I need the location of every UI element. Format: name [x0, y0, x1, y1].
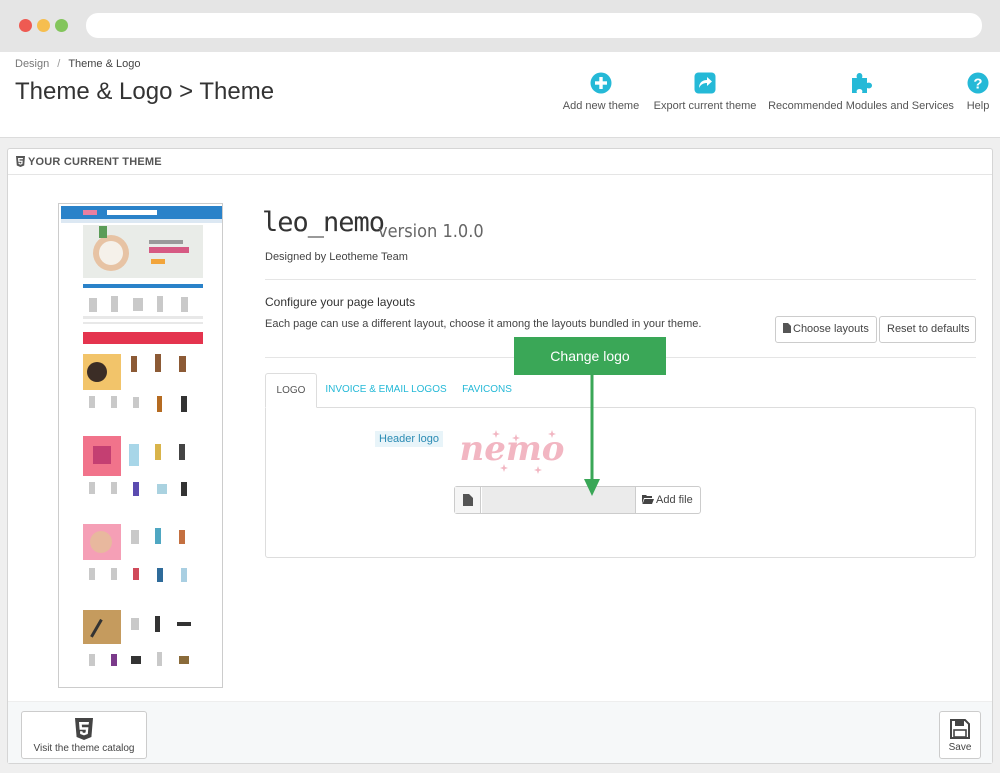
logo-tabs: LOGO INVOICE & EMAIL LOGOS FAVICONS: [265, 373, 976, 408]
export-theme-label: Export current theme: [653, 100, 757, 112]
add-file-label: Add file: [656, 494, 693, 506]
configure-layouts-title: Configure your page layouts: [265, 295, 416, 309]
breadcrumb-design[interactable]: Design: [15, 58, 49, 70]
recommended-modules-label: Recommended Modules and Services: [768, 100, 954, 112]
visit-theme-catalog-label: Visit the theme catalog: [33, 743, 135, 754]
window-minimize-dot[interactable]: [37, 19, 50, 32]
reset-defaults-button[interactable]: Reset to defaults: [879, 316, 976, 343]
help-label: Help: [966, 100, 990, 112]
window-maximize-dot[interactable]: [55, 19, 68, 32]
page-header: Design / Theme & Logo Theme & Logo > Theme…: [0, 52, 1000, 138]
question-circle-icon: ?: [967, 72, 989, 94]
callout-arrow: [584, 375, 600, 496]
panel-heading: YOUR CURRENT THEME: [8, 149, 992, 175]
theme-version: version 1.0.0: [378, 221, 484, 242]
header-logo-label: Header logo: [375, 431, 443, 447]
plus-circle-icon: [590, 72, 612, 94]
folder-open-icon: [642, 495, 654, 504]
current-theme-panel: YOUR CURRENT THEME leo_nemo version 1.0.…: [7, 148, 993, 764]
share-icon: [694, 72, 716, 94]
save-button[interactable]: Save: [939, 711, 981, 759]
panel-footer: Visit the theme catalog Save: [8, 701, 992, 763]
theme-name: leo_nemo: [262, 207, 385, 238]
panel-heading-text: YOUR CURRENT THEME: [28, 156, 162, 168]
tab-logo[interactable]: LOGO: [265, 373, 317, 408]
logo-tab-content: Header logo nemo Add file: [265, 407, 976, 558]
export-theme-button[interactable]: Export current theme: [650, 72, 760, 122]
theme-preview-image: [59, 204, 222, 687]
add-file-button[interactable]: Add file: [635, 487, 701, 513]
add-new-theme-label: Add new theme: [562, 100, 640, 112]
address-bar[interactable]: [86, 13, 982, 38]
file-upload-group: Add file: [454, 486, 701, 514]
file-icon-addon: [455, 487, 481, 513]
file-icon: [463, 494, 473, 506]
window-close-dot[interactable]: [19, 19, 32, 32]
theme-preview-thumbnail: [58, 203, 223, 688]
nemo-logo-image: nemo: [459, 429, 565, 474]
breadcrumb: Design / Theme & Logo: [15, 58, 140, 70]
tab-favicons[interactable]: FAVICONS: [457, 373, 517, 408]
svg-text:?: ?: [973, 76, 982, 93]
browser-chrome: [0, 0, 1000, 52]
theme-designer: Designed by Leotheme Team: [265, 251, 408, 263]
help-button[interactable]: ? Help: [962, 72, 994, 122]
choose-layouts-button[interactable]: Choose layouts: [775, 316, 877, 343]
file-icon: [783, 323, 791, 333]
choose-layouts-label: Choose layouts: [793, 323, 869, 335]
logo-file-input[interactable]: [482, 487, 635, 513]
change-logo-callout: Change logo: [514, 337, 666, 375]
tab-invoice-email-logos[interactable]: INVOICE & EMAIL LOGOS: [323, 373, 449, 408]
save-label: Save: [948, 742, 972, 753]
admin-app: Design / Theme & Logo Theme & Logo > Theme…: [0, 52, 1000, 773]
breadcrumb-current: Theme & Logo: [68, 58, 141, 70]
visit-theme-catalog-button[interactable]: Visit the theme catalog: [21, 711, 147, 759]
html5-icon: [16, 156, 25, 167]
floppy-disk-icon: [950, 719, 970, 739]
html5-icon: [75, 718, 93, 740]
configure-layouts-description: Each page can use a different layout, ch…: [265, 318, 702, 330]
divider: [265, 279, 976, 280]
recommended-modules-button[interactable]: Recommended Modules and Services: [766, 72, 956, 122]
add-new-theme-button[interactable]: Add new theme: [560, 72, 642, 122]
breadcrumb-separator: /: [57, 58, 61, 70]
nemo-logo-text: nemo: [459, 429, 564, 469]
page-title: Theme & Logo > Theme: [15, 78, 275, 105]
puzzle-icon: [852, 73, 872, 93]
